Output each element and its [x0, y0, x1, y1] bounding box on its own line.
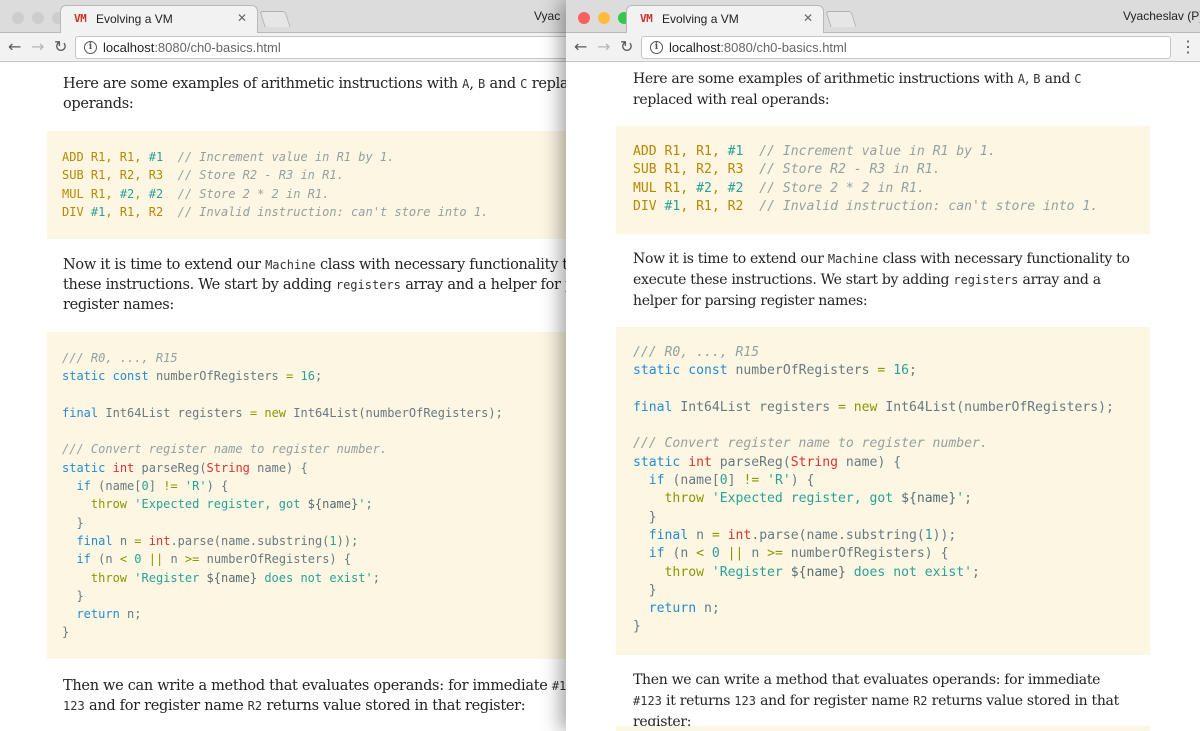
close-tab-icon[interactable]: ✕ [237, 11, 247, 25]
browser-window-left: VM Evolving a VM ✕ Vyac ← → ↻ i localhos… [0, 0, 566, 731]
reload-icon[interactable]: ↻ [54, 37, 67, 56]
arrow-right-icon[interactable]: → [597, 37, 610, 56]
url-bar[interactable]: i localhost:8080/ch0-basics.html [641, 36, 1171, 59]
close-window-button[interactable] [578, 12, 590, 24]
tab-bar: VM Evolving a VM ✕ Vyac [0, 0, 566, 33]
paragraph-machine-extend: Now it is time to extend our Machine cla… [63, 257, 566, 313]
tab-evolving-a-vm[interactable]: VM Evolving a VM ✕ [60, 5, 258, 33]
address-toolbar: ← → ↻ i localhost:8080/ch0-basics.html ⋮ [566, 33, 1200, 62]
arrow-left-icon[interactable]: ← [8, 37, 21, 56]
paragraph-machine-extend: Now it is time to extend our Machine cla… [633, 251, 1130, 309]
page-content: Here are some examples of arithmetic ins… [566, 62, 1200, 731]
url-text: localhost:8080/ch0-basics.html [669, 40, 847, 55]
address-toolbar: ← → ↻ i localhost:8080/ch0-basics.html [0, 33, 566, 62]
minimize-window-button[interactable] [32, 12, 44, 24]
tab-bar: VM Evolving a VM ✕ Vyacheslav (P) [566, 0, 1200, 33]
new-tab-button[interactable] [825, 11, 857, 27]
vm-favicon-icon: VM [74, 12, 87, 25]
tab-title: Evolving a VM [96, 12, 173, 26]
vm-favicon-icon: VM [640, 12, 653, 25]
paragraph-arithmetic-intro: Here are some examples of arithmetic ins… [633, 71, 1082, 108]
url-bar[interactable]: i localhost:8080/ch0-basics.html [75, 36, 566, 59]
tab-title: Evolving a VM [662, 12, 739, 26]
code-block-dart: /// R0, ..., R15 static const numberOfReg… [616, 327, 1150, 655]
tab-evolving-a-vm[interactable]: VM Evolving a VM ✕ [626, 5, 824, 33]
new-tab-button[interactable] [259, 11, 291, 27]
info-icon[interactable]: i [650, 41, 663, 54]
close-window-button[interactable] [12, 12, 24, 24]
paragraph-evaluate-operands: Then we can write a method that evaluate… [63, 678, 566, 714]
paragraph-evaluate-operands: Then we can write a method that evaluate… [633, 672, 1119, 730]
url-text: localhost:8080/ch0-basics.html [103, 40, 281, 55]
code-block-dart: /// R0, ..., R15 static const numberOfReg… [47, 332, 566, 659]
page-content: Here are some examples of arithmetic ins… [0, 62, 566, 731]
paragraph-arithmetic-intro: Here are some examples of arithmetic ins… [63, 76, 566, 112]
code-block-asm: ADD R1, R1, #1 // Increment value in R1 … [47, 131, 566, 239]
close-tab-icon[interactable]: ✕ [803, 11, 813, 25]
arrow-left-icon[interactable]: ← [574, 37, 587, 56]
profile-name[interactable]: Vyacheslav (P) [1123, 9, 1200, 23]
browser-window-right: VM Evolving a VM ✕ Vyacheslav (P) ← → ↻ … [566, 0, 1200, 731]
minimize-window-button[interactable] [598, 12, 610, 24]
info-icon[interactable]: i [84, 41, 97, 54]
code-block-asm: ADD R1, R1, #1 // Increment value in R1 … [616, 126, 1150, 234]
profile-name[interactable]: Vyac [534, 9, 560, 23]
code-block-next [616, 726, 1150, 731]
reload-icon[interactable]: ↻ [620, 37, 633, 56]
arrow-right-icon[interactable]: → [31, 37, 44, 56]
more-vertical-icon[interactable]: ⋮ [1180, 37, 1196, 57]
